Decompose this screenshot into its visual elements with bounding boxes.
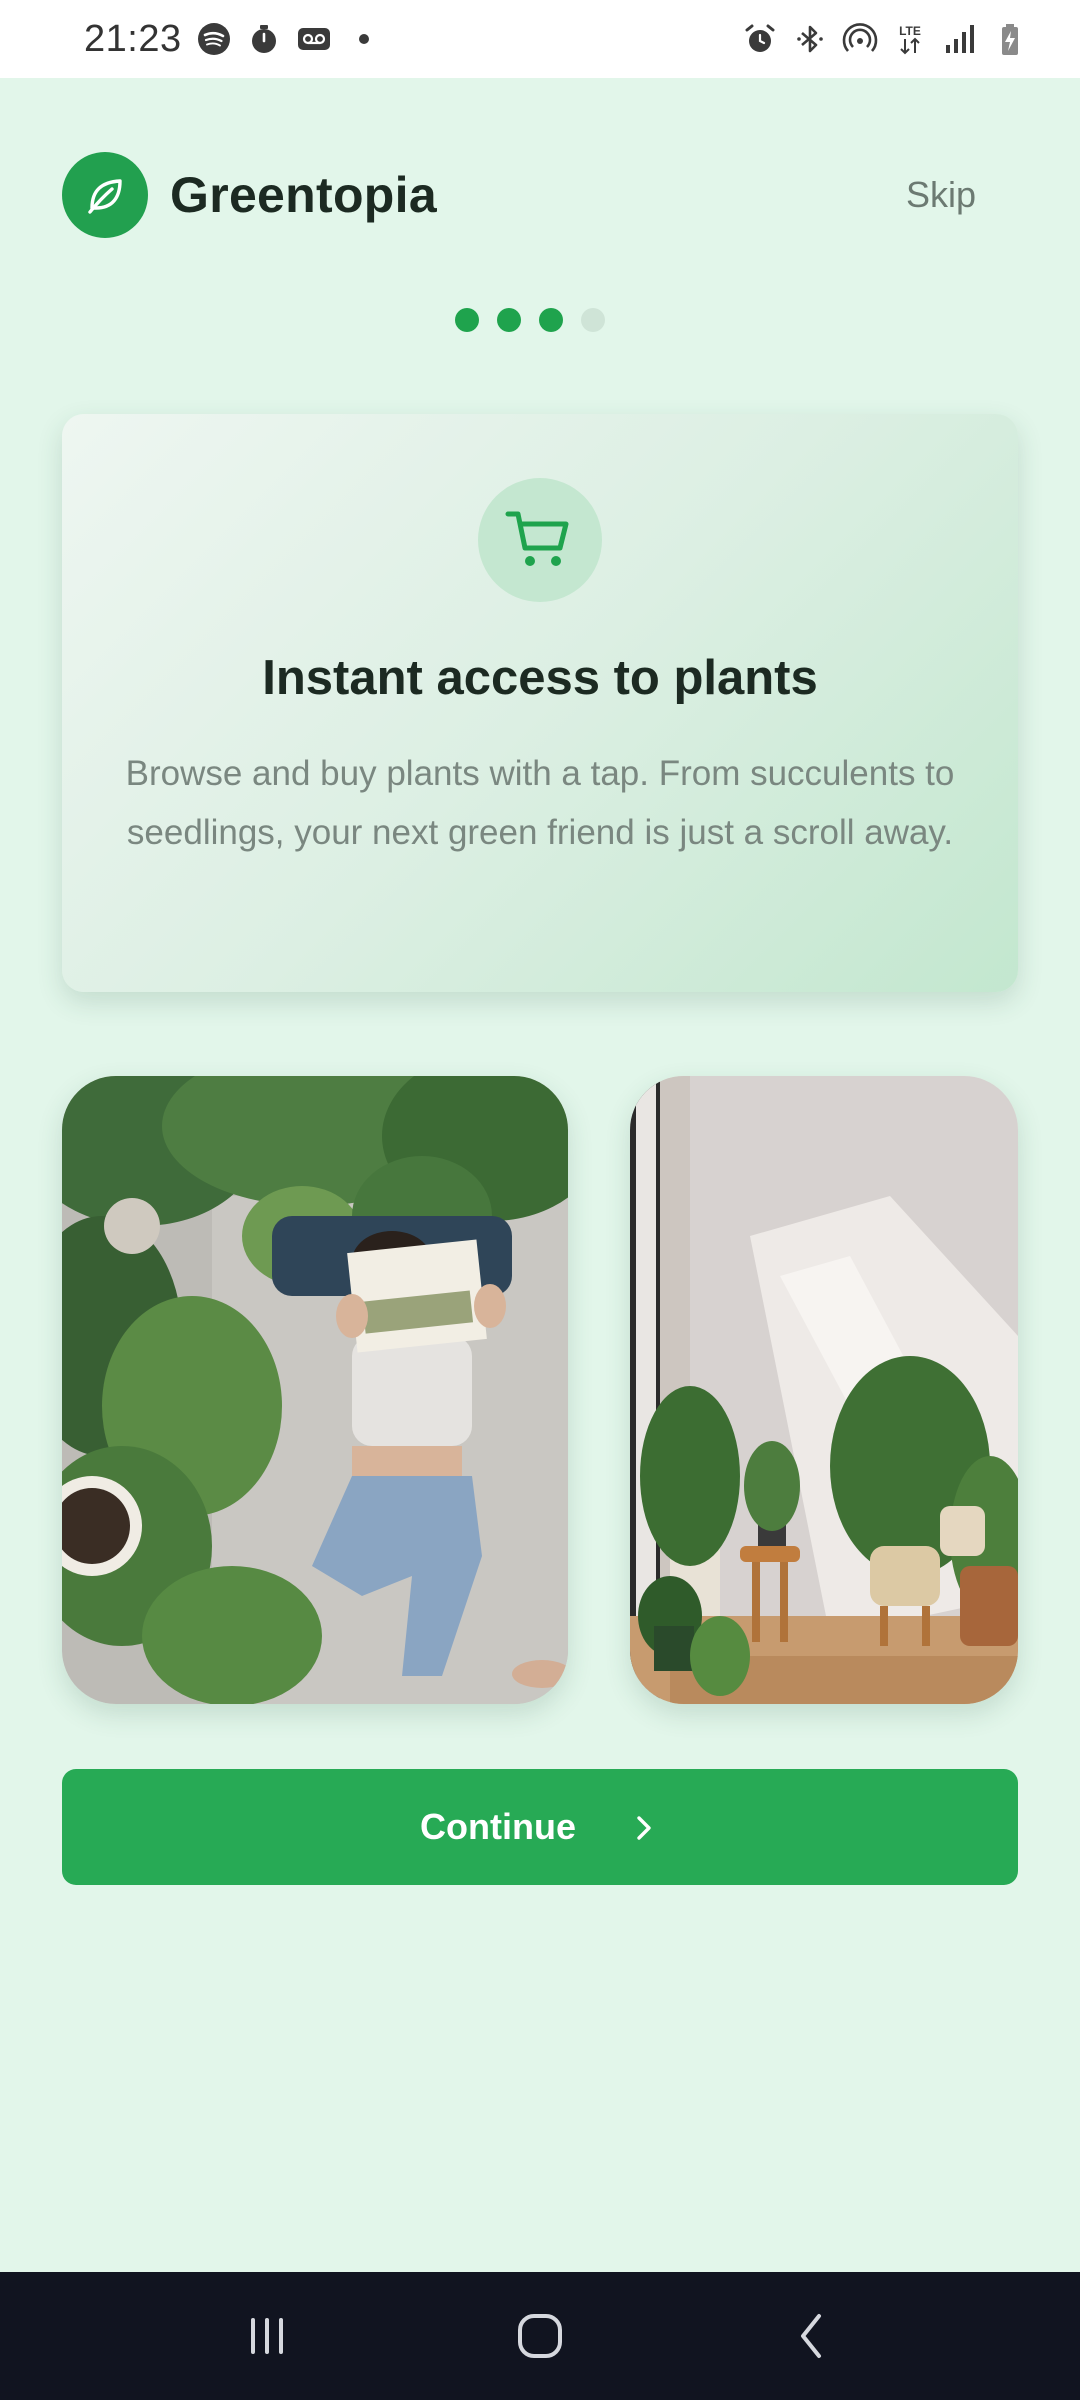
feature-card: Instant access to plants Browse and buy … [62,414,1018,992]
feature-description: Browse and buy plants with a tap. From s… [125,754,955,852]
signal-icon [942,21,978,57]
spotify-icon [196,21,232,57]
back-icon [801,2314,822,2358]
page-dot-1 [455,308,479,332]
photo-sunlit-room-with-plants [630,1076,1018,1704]
page-indicator [0,308,1080,332]
page-dot-2 [497,308,521,332]
header: Greentopia Skip [62,150,1018,240]
hotspot-icon [842,21,878,57]
back-button[interactable] [781,2304,845,2368]
feature-icon-badge [478,478,602,602]
page-dot-3 [539,308,563,332]
recent-apps-button[interactable] [235,2304,299,2368]
home-button[interactable] [508,2304,572,2368]
recent-apps-icon [250,2318,283,2354]
status-right-icons: LTE [742,21,1028,57]
svg-text:LTE: LTE [899,24,921,38]
timer-icon [246,21,282,57]
chevron-right-icon [637,1816,651,1840]
feature-title: Instant access to plants [262,651,818,705]
status-bar: 21:23 LTE [0,0,1080,78]
skip-button[interactable]: Skip [906,174,976,216]
battery-charging-icon [992,21,1028,57]
shopping-cart-icon [505,511,569,566]
continue-button[interactable]: Continue [62,1769,1018,1885]
home-icon [517,2314,562,2358]
bluetooth-icon [792,21,828,57]
status-time: 21:23 [84,17,182,60]
system-nav-bar [0,2272,1080,2400]
alarm-icon [742,21,778,57]
app-name: Greentopia [170,167,437,223]
continue-label: Continue [420,1806,576,1847]
app-logo [62,152,148,238]
leaf-icon [88,179,122,214]
voicemail-icon [296,21,332,57]
dot-icon [346,21,382,57]
lte-icon: LTE [892,21,928,57]
page-dot-4 [581,308,605,332]
status-left-icons [196,21,382,57]
photo-woman-reading-among-plants [62,1076,568,1704]
